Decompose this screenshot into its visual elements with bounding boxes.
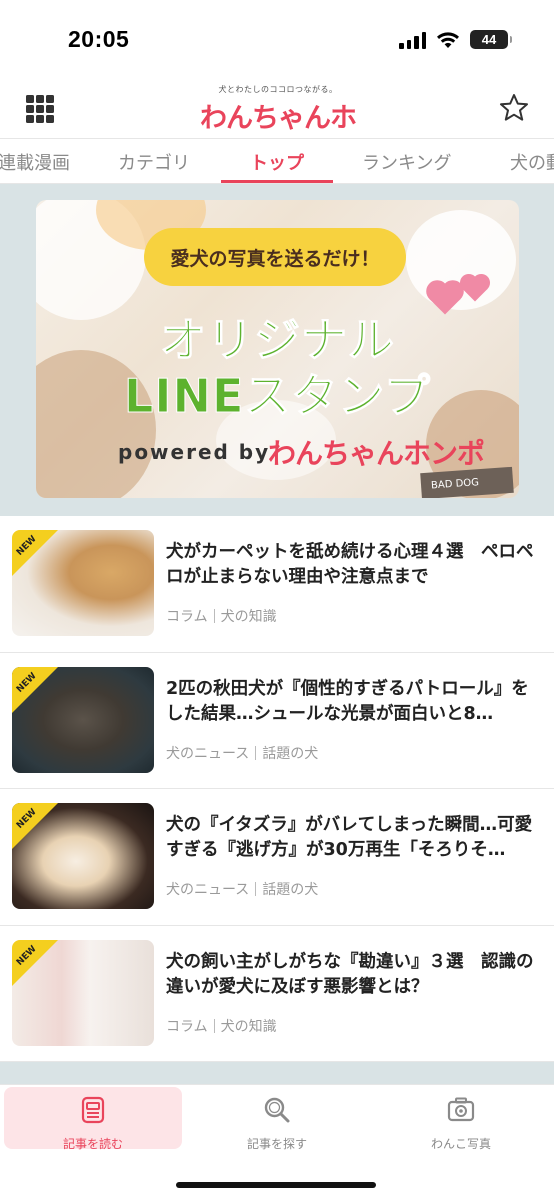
nav-dog-photos[interactable]: わんこ写真 xyxy=(372,1087,550,1151)
meta-divider xyxy=(213,609,215,623)
search-icon xyxy=(264,1097,290,1123)
article-meta: 犬のニュース 話題の犬 xyxy=(166,743,318,763)
article-meta: 犬のニュース 話題の犬 xyxy=(166,879,318,899)
article-title: 犬の『イタズラ』がバレてしまった瞬間…可愛すぎる『逃げ方』が30万再生「そろりそ… xyxy=(166,815,533,860)
article-title: 犬がカーペットを舐め続ける心理４選 ペロペロが止まらない理由や注意点まで xyxy=(166,542,534,587)
camera-icon xyxy=(447,1097,475,1122)
status-icons: 44 xyxy=(399,30,512,49)
banner-pill: 愛犬の写真を送るだけ！ xyxy=(144,228,406,286)
meta-divider xyxy=(213,1018,215,1033)
article-thumbnail: NEW xyxy=(12,803,154,909)
banner-area: 愛犬の写真を送るだけ！ オリジナル LINEスタンプ powered by わん… xyxy=(0,184,554,516)
article-subcategory[interactable]: 犬の知識 xyxy=(221,609,277,625)
article-meta: コラム 犬の知識 xyxy=(166,606,277,626)
article-thumbnail: NEW xyxy=(12,530,154,636)
tab-manga[interactable]: 連載漫画 xyxy=(0,149,70,175)
article-title: 犬の飼い主がしがちな『勘違い』３選 認識の違いが愛犬に及ぼす悪影響とは？ xyxy=(166,951,534,997)
article-category[interactable]: コラム xyxy=(166,1019,208,1035)
article-subcategory[interactable]: 話題の犬 xyxy=(262,746,318,762)
tab-ranking[interactable]: ランキング xyxy=(362,149,451,175)
article-thumbnail: NEW xyxy=(12,666,154,773)
article-category[interactable]: コラム xyxy=(166,609,208,625)
meta-divider xyxy=(255,882,257,896)
battery-icon: 44 xyxy=(470,30,512,49)
powered-by-text: powered by xyxy=(118,440,271,464)
article-item[interactable]: NEW 2匹の秋田犬が『個性的すぎるパトロール』をした結果…シュールな光景が面白… xyxy=(0,652,554,789)
star-icon[interactable] xyxy=(498,92,530,124)
article-list: NEW 犬がカーペットを舐め続ける心理４選 ペロペロが止まらない理由や注意点まで… xyxy=(0,516,554,1062)
tab-top[interactable]: トップ xyxy=(250,149,304,175)
home-indicator[interactable] xyxy=(176,1182,376,1188)
logo-tagline: 犬とわたしのココロつながる。 xyxy=(218,85,338,94)
banner-title-line2: LINEスタンプ xyxy=(124,369,431,424)
tab-category[interactable]: カテゴリ xyxy=(118,149,190,175)
article-subcategory[interactable]: 話題の犬 xyxy=(262,882,318,898)
wifi-icon xyxy=(437,31,459,48)
signal-icon xyxy=(399,31,426,49)
app-header: 犬とわたしのココロつながる。 わんちゃんホンポ xyxy=(0,82,554,173)
article-meta: コラム 犬の知識 xyxy=(166,1016,277,1036)
nav-label: わんこ写真 xyxy=(430,1137,491,1151)
active-tab-indicator xyxy=(221,180,333,183)
article-icon xyxy=(81,1096,105,1124)
article-category[interactable]: 犬のニュース xyxy=(166,882,249,898)
article-item[interactable]: NEW 犬がカーペットを舐め続ける心理４選 ペロペロが止まらない理由や注意点まで… xyxy=(0,516,554,653)
article-subcategory[interactable]: 犬の知識 xyxy=(221,1019,277,1035)
article-item[interactable]: NEW 犬の『イタズラ』がバレてしまった瞬間…可愛すぎる『逃げ方』が30万再生「… xyxy=(0,789,554,926)
article-category[interactable]: 犬のニュース xyxy=(166,746,249,762)
article-title: 2匹の秋田犬が『個性的すぎるパトロール』をした結果…シュールな光景が面白いと8… xyxy=(166,678,529,724)
banner-brand-logo: わんちゃんホンポ xyxy=(268,437,485,470)
article-item[interactable]: NEW 犬の飼い主がしがちな『勘違い』３選 認識の違いが愛犬に及ぼす悪影響とは？… xyxy=(0,925,554,1062)
nav-label: 記事を読む xyxy=(62,1137,123,1151)
status-time: 20:05 xyxy=(68,26,130,52)
category-tabs: 連載漫画 カテゴリ トップ ランキング 犬の動 xyxy=(0,138,554,184)
article-thumbnail: NEW xyxy=(12,939,154,1046)
bad-dog-tag: BAD DOG xyxy=(420,466,514,498)
nav-search-articles[interactable]: 記事を探す xyxy=(188,1087,366,1151)
nav-label: 記事を探す xyxy=(246,1137,307,1151)
tab-dog-video[interactable]: 犬の動 xyxy=(510,149,554,175)
meta-divider xyxy=(255,745,257,760)
nav-read-articles[interactable]: 記事を読む xyxy=(4,1087,182,1151)
bottom-nav: 記事を読む 記事を探す わんこ写真 xyxy=(0,1084,554,1200)
line-stamp-banner[interactable]: 愛犬の写真を送るだけ！ オリジナル LINEスタンプ powered by わん… xyxy=(36,200,519,498)
list-footer-spacer xyxy=(0,1062,554,1084)
status-bar: 20:05 44 xyxy=(0,0,554,82)
grid-menu-icon[interactable] xyxy=(26,95,54,123)
